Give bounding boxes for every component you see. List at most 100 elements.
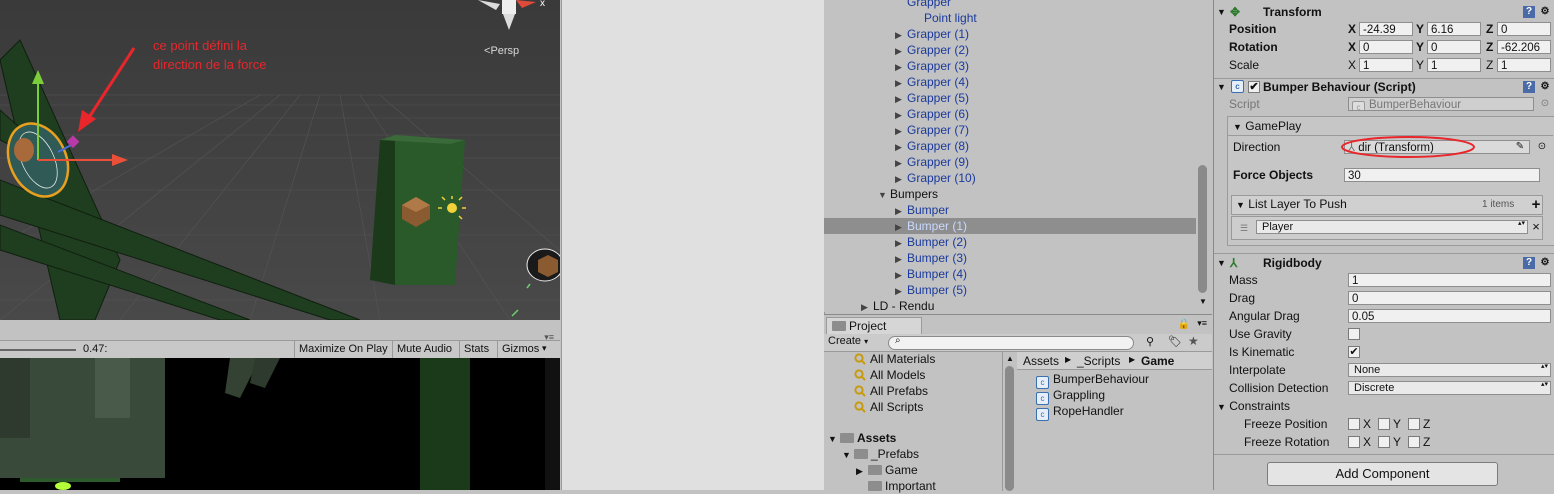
help-icon[interactable]: ? [1523,6,1535,18]
favorite-item[interactable]: All Scripts [854,399,923,415]
remove-item-icon[interactable]: × [1530,220,1542,233]
help-icon[interactable]: ? [1523,257,1535,269]
constraints-foldout[interactable]: ▼ Constraints [1217,399,1290,413]
chevron-right-icon[interactable]: ▶ [895,219,907,235]
freeze-position-z-checkbox[interactable] [1408,418,1420,430]
hierarchy-item[interactable]: ▶ LD - Rendu [824,298,1196,312]
breadcrumb-scripts[interactable]: _Scripts [1077,354,1120,368]
hierarchy-item[interactable]: ▶ Bumper (3) [824,250,1196,266]
chevron-right-icon[interactable]: ▶ [861,299,873,312]
drag-handle-icon[interactable]: ☰ [1238,222,1250,234]
hierarchy-item[interactable]: ▶ Grapper (1) [824,26,1196,42]
interpolate-dropdown[interactable]: None [1348,363,1551,377]
hierarchy-item[interactable]: ▶ Grapper (5) [824,90,1196,106]
hierarchy-item[interactable]: ▶ Grapper (7) [824,122,1196,138]
hierarchy-item[interactable]: ▶ Grapper (8) [824,138,1196,154]
rotation-x-field[interactable]: 0 [1359,40,1413,54]
script-file[interactable]: c Grappling [1036,387,1105,405]
freeze-rotation-x-checkbox[interactable] [1348,436,1360,448]
hierarchy-item[interactable]: Grapper [824,0,1196,10]
hierarchy-item[interactable]: ▶ Bumper (1) [824,218,1196,234]
chevron-right-icon[interactable]: ▶ [895,43,907,59]
hierarchy-item[interactable]: ▶ Grapper (10) [824,170,1196,186]
gizmos-button[interactable]: Gizmos [497,341,543,358]
freeze-rotation-y-checkbox[interactable] [1378,436,1390,448]
favorites-star-icon[interactable]: ★ [1188,334,1199,348]
hierarchy-item[interactable]: ▶ Grapper (9) [824,154,1196,170]
scroll-thumb[interactable] [1198,165,1207,293]
hierarchy-item[interactable]: ▼ Bumpers [824,186,1196,202]
filter-label-icon[interactable]: 🏷 [1168,335,1182,348]
project-folder[interactable]: ▶ Game [856,462,918,478]
scroll-up-icon[interactable]: ▲ [1006,354,1014,363]
favorite-item[interactable]: All Materials [854,351,935,367]
position-z-field[interactable]: 0 [1497,22,1551,36]
scroll-down-icon[interactable]: ▼ [1199,297,1207,306]
hierarchy-panel[interactable]: Grapper Point light ▶ Grapper (1) ▶ Grapper (… [824,0,1212,312]
panel-menu-icon[interactable]: ▾≡ [1197,318,1207,329]
script-file[interactable]: c BumperBehaviour [1036,371,1149,389]
project-tree-scrollbar[interactable]: ▲ [1002,352,1017,491]
scale-z-field[interactable]: 1 [1497,58,1551,72]
chevron-right-icon[interactable]: ▶ [895,235,907,251]
project-folder[interactable]: ▼ _Prefabs [842,446,919,462]
favorite-item[interactable]: All Models [854,367,925,383]
pencil-icon[interactable]: ✎ [1514,141,1526,153]
layer-dropdown[interactable]: Player [1256,220,1528,234]
stats-button[interactable]: Stats [459,341,493,358]
chevron-right-icon[interactable]: ▶ [895,27,907,43]
freeze-rotation-z-checkbox[interactable] [1408,436,1420,448]
force-objects-field[interactable]: 30 [1344,168,1540,182]
chevron-right-icon[interactable]: ▶ [895,171,907,187]
chevron-right-icon[interactable]: ▶ [895,123,907,139]
chevron-down-icon[interactable]: ▼ [842,447,854,463]
gameplay-foldout[interactable]: ▼ GamePlay [1233,119,1301,133]
drag-field[interactable]: 0 [1348,291,1551,305]
create-button[interactable]: Create ▾ [828,335,868,347]
chevron-right-icon[interactable]: ▶ [895,251,907,267]
chevron-right-icon[interactable]: ▶ [895,155,907,171]
assets-folder[interactable]: ▼ Assets [828,430,896,446]
bumper-behaviour-header[interactable]: ▼ c ✔ Bumper Behaviour (Script) ? ⚙ [1214,78,1554,96]
search-input[interactable]: ⌕ [888,335,1134,350]
position-x-field[interactable]: -24.39 [1359,22,1413,36]
is-kinematic-checkbox[interactable]: ✔ [1348,346,1360,358]
freeze-position-x-checkbox[interactable] [1348,418,1360,430]
project-folder[interactable]: Important [856,478,936,494]
tab-project[interactable]: Project [826,317,922,335]
script-file[interactable]: c RopeHandler [1036,403,1124,421]
hierarchy-item[interactable]: ▶ Grapper (6) [824,106,1196,122]
scale-slider[interactable] [0,349,76,351]
game-view[interactable] [0,358,560,490]
hierarchy-item[interactable]: ▶ Grapper (3) [824,58,1196,74]
angular-drag-field[interactable]: 0.05 [1348,309,1551,323]
component-enabled-checkbox[interactable]: ✔ [1248,81,1260,93]
filter-type-icon[interactable]: ⚲ [1146,335,1154,348]
gizmos-dropdown-icon[interactable]: ▾ [542,343,547,354]
chevron-right-icon[interactable]: ▶ [895,203,907,219]
gear-icon[interactable]: ⚙ [1539,81,1551,93]
breadcrumb-game[interactable]: Game [1141,354,1174,368]
chevron-down-icon[interactable]: ▼ [878,187,890,203]
mass-field[interactable]: 1 [1348,273,1551,287]
hierarchy-item[interactable]: ▶ Bumper (2) [824,234,1196,250]
gear-icon[interactable]: ⚙ [1539,257,1551,269]
hierarchy-item[interactable]: Point light [824,10,1196,26]
chevron-right-icon[interactable]: ▶ [895,283,907,299]
position-y-field[interactable]: 6.16 [1427,22,1481,36]
scene-view[interactable]: x ce point défini la direction de la for… [0,0,560,320]
list-foldout[interactable]: ▼ List Layer To Push [1236,197,1347,211]
hierarchy-item[interactable]: ▶ Bumper [824,202,1196,218]
rigidbody-header[interactable]: ▼ ⅄ Rigidbody ? ⚙ [1214,254,1554,272]
chevron-right-icon[interactable]: ▶ [895,59,907,75]
collision-detection-dropdown[interactable]: Discrete [1348,381,1551,395]
gear-icon[interactable]: ⚙ [1539,6,1551,18]
hierarchy-scrollbar[interactable]: ▼ [1196,0,1210,312]
hierarchy-item[interactable]: ▶ Bumper (4) [824,266,1196,282]
hierarchy-item[interactable]: ▶ Bumper (5) [824,282,1196,298]
hierarchy-item[interactable]: ▶ Grapper (4) [824,74,1196,90]
scale-y-field[interactable]: 1 [1427,58,1481,72]
lock-icon[interactable]: 🔒 [1178,319,1190,330]
add-item-icon[interactable]: + [1530,197,1542,212]
chevron-right-icon[interactable]: ▶ [895,139,907,155]
